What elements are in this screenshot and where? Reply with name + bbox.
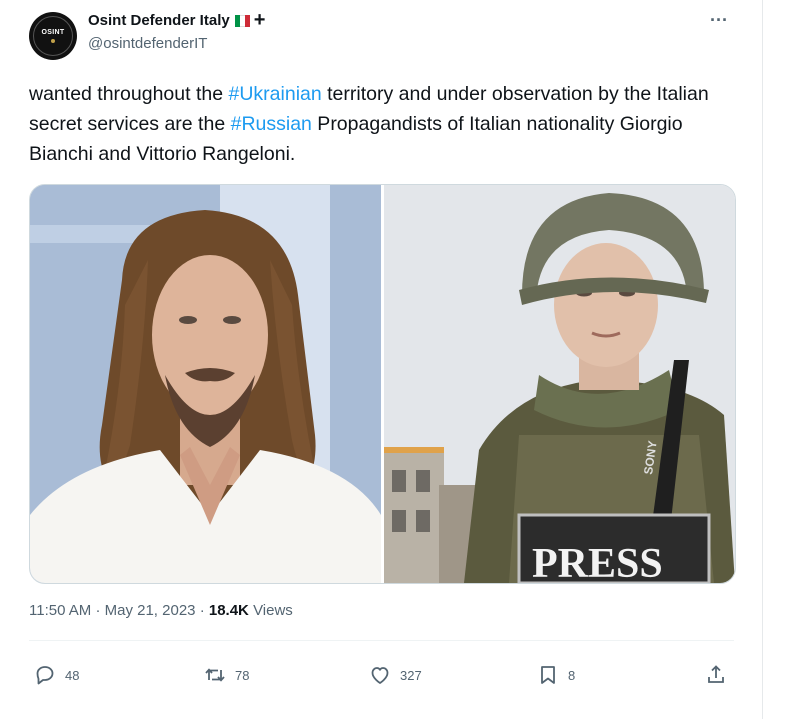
avatar-logo: OSINT bbox=[33, 16, 73, 56]
share-button[interactable] bbox=[704, 663, 728, 687]
avatar-dot bbox=[51, 39, 55, 43]
handle[interactable]: @osintdefenderIT bbox=[88, 35, 207, 52]
tweet-text-part: wanted throughout the bbox=[29, 83, 229, 105]
photo-man-in-helmet[interactable]: SONY PRESS bbox=[384, 185, 735, 583]
tweet-text: wanted throughout the #Ukrainian territo… bbox=[29, 79, 734, 169]
repost-icon bbox=[205, 668, 225, 682]
more-options-icon[interactable]: ··· bbox=[710, 10, 728, 31]
actions-divider bbox=[29, 640, 734, 641]
photo-long-haired-man[interactable] bbox=[30, 185, 381, 583]
tweet-date[interactable]: May 21, 2023 bbox=[105, 602, 196, 619]
meta-separator: · bbox=[199, 602, 205, 619]
like-count: 327 bbox=[400, 667, 422, 683]
tweet-time[interactable]: 11:50 AM bbox=[29, 602, 91, 619]
hashtag-russian[interactable]: #Russian bbox=[231, 113, 312, 135]
press-label: PRESS bbox=[532, 541, 663, 583]
views-count: 18.4K bbox=[208, 602, 249, 619]
italy-flag-icon bbox=[234, 14, 250, 27]
tweet-meta: 11:50 AM · May 21, 2023 · 18.4K Views bbox=[29, 602, 293, 619]
bookmark-count: 8 bbox=[568, 667, 576, 683]
reply-button[interactable]: 48 bbox=[33, 663, 79, 687]
repost-button[interactable]: 78 bbox=[203, 663, 249, 687]
plus-icon: + bbox=[253, 9, 266, 31]
photo-left-illustration bbox=[30, 185, 381, 583]
photo-right-illustration: SONY PRESS bbox=[384, 185, 735, 583]
right-border bbox=[762, 0, 763, 719]
avatar[interactable]: OSINT bbox=[29, 12, 77, 60]
meta-separator: · bbox=[95, 602, 101, 619]
bookmark-icon bbox=[541, 666, 555, 684]
reply-icon bbox=[36, 666, 54, 685]
display-name[interactable]: Osint Defender Italy + bbox=[88, 9, 266, 31]
bookmark-button[interactable]: 8 bbox=[536, 663, 575, 687]
reply-count: 48 bbox=[65, 667, 80, 683]
share-icon bbox=[708, 665, 724, 683]
hashtag-ukrainian[interactable]: #Ukrainian bbox=[229, 83, 322, 105]
heart-icon bbox=[371, 667, 389, 684]
avatar-text: OSINT bbox=[41, 29, 65, 36]
repost-count: 78 bbox=[235, 667, 250, 683]
media-grid: SONY PRESS bbox=[29, 184, 736, 584]
views-label: Views bbox=[253, 602, 293, 619]
like-button[interactable]: 327 bbox=[368, 663, 422, 687]
display-name-text: Osint Defender Italy bbox=[88, 12, 230, 29]
